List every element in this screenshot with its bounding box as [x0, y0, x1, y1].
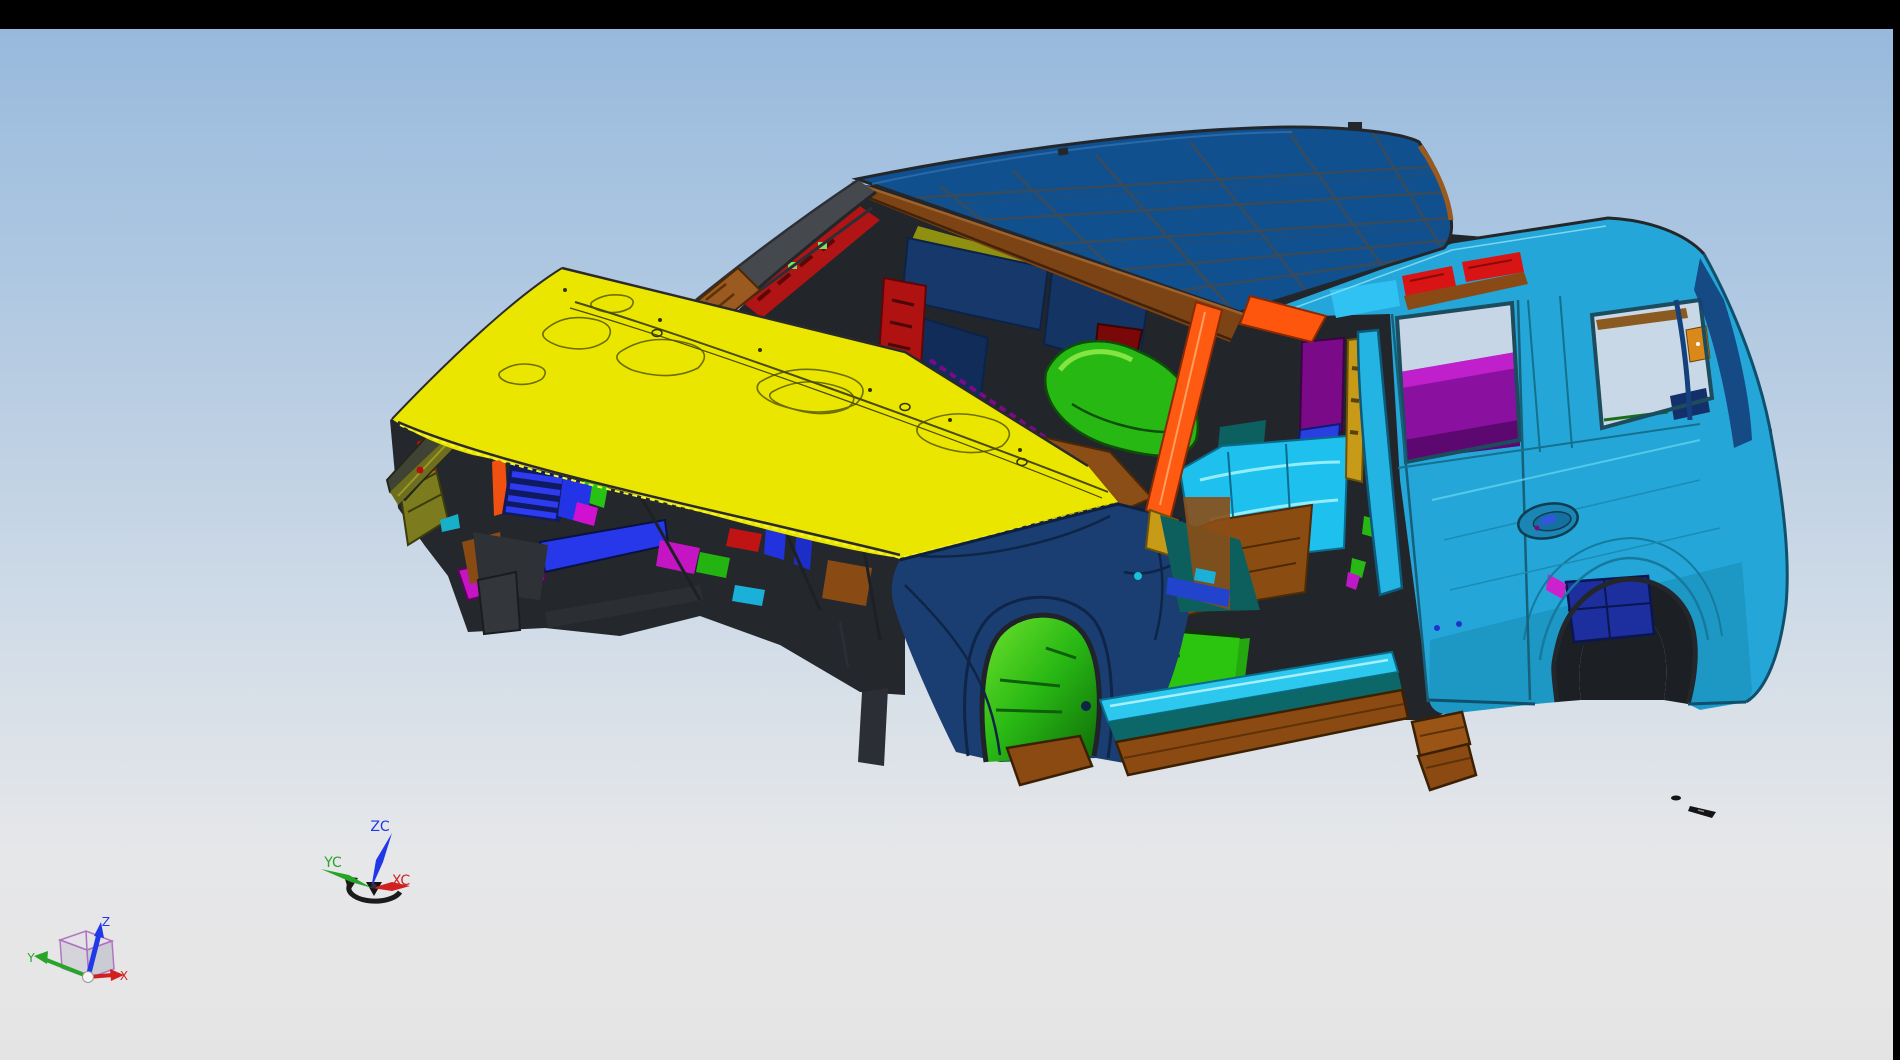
datum-x-label: X	[120, 969, 128, 983]
wcs-y-label: YC	[323, 855, 342, 871]
loose-parts-debris[interactable]	[1671, 796, 1716, 819]
datum-origin-sphere	[83, 972, 94, 983]
wcs-z-label: ZC	[370, 819, 390, 835]
suv-body-model[interactable]	[387, 122, 1787, 818]
wcs-y-axis-icon[interactable]	[321, 869, 372, 888]
graphics-window[interactable]: ZC YC XC Z Y	[0, 29, 1893, 1060]
quarter-trim-panel	[1300, 338, 1344, 436]
quarter-window-opening	[1592, 300, 1712, 428]
rear-sill-brackets[interactable]	[1412, 712, 1476, 790]
datum-y-label: Y	[26, 951, 35, 965]
door-window-opening	[1397, 303, 1520, 462]
window-side-bar	[1893, 0, 1900, 1060]
datum-csys-triad[interactable]: Z Y X	[26, 915, 128, 983]
datum-z-label: Z	[102, 915, 110, 929]
window-top-bar	[0, 0, 1900, 29]
wcs-z-axis-icon[interactable]	[371, 833, 392, 889]
wcs-x-label: XC	[392, 873, 411, 889]
cad-application-window: ZC YC XC Z Y	[0, 0, 1900, 1060]
wcs-triad[interactable]: ZC YC XC	[321, 819, 410, 901]
model-canvas: ZC YC XC Z Y	[0, 29, 1893, 1060]
